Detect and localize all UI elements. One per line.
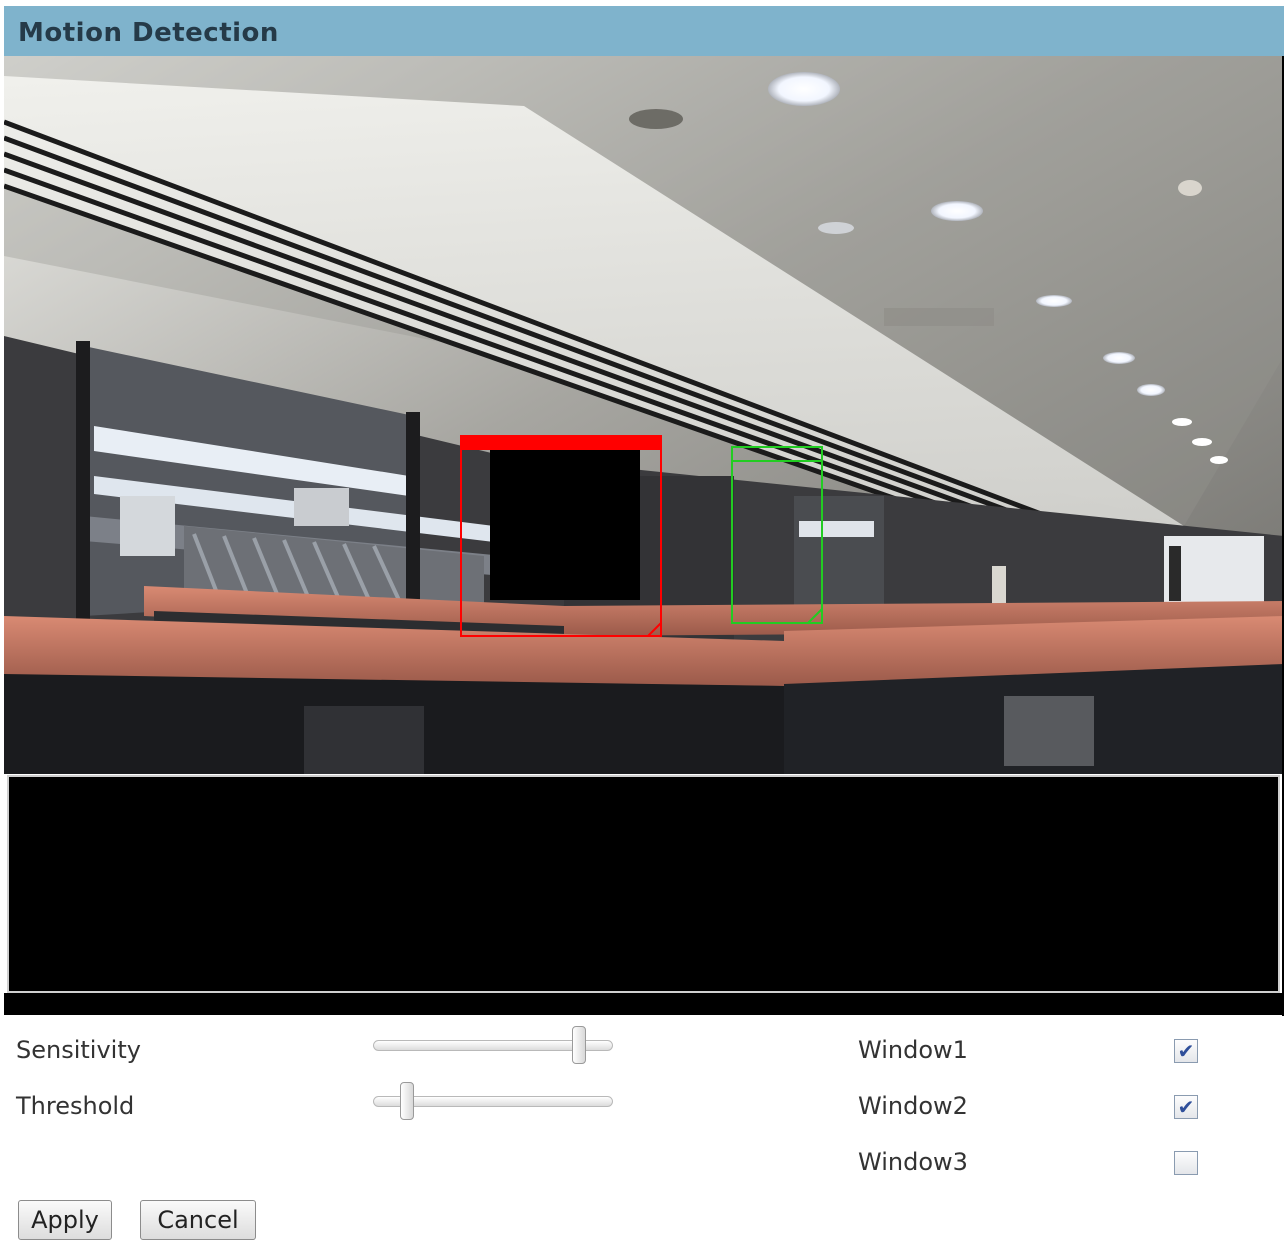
- motion-graph-panel: [7, 775, 1280, 993]
- sensitivity-label: Sensitivity: [16, 1036, 141, 1064]
- window2-checkbox[interactable]: ✔: [1174, 1095, 1198, 1119]
- sensitivity-slider-handle[interactable]: [572, 1026, 586, 1064]
- threshold-slider-handle[interactable]: [400, 1082, 414, 1120]
- cancel-button[interactable]: Cancel: [140, 1200, 256, 1240]
- window3-checkbox[interactable]: [1174, 1151, 1198, 1175]
- camera-image: [4, 56, 1284, 774]
- window3-label: Window3: [858, 1148, 968, 1176]
- checkmark-icon: ✔: [1177, 1095, 1195, 1119]
- sensitivity-slider[interactable]: [373, 1026, 615, 1066]
- motion-graph-footer: [4, 993, 1282, 1015]
- motion-window-1-level-bar: [461, 436, 661, 450]
- frame-border: [1282, 56, 1284, 1016]
- page-title: Motion Detection: [18, 18, 279, 48]
- threshold-slider[interactable]: [373, 1082, 615, 1122]
- title-bar: Motion Detection: [4, 6, 1284, 56]
- camera-view[interactable]: [4, 56, 1284, 774]
- window1-checkbox[interactable]: ✔: [1174, 1039, 1198, 1063]
- apply-button[interactable]: Apply: [18, 1200, 112, 1240]
- threshold-label: Threshold: [16, 1092, 135, 1120]
- window2-label: Window2: [858, 1092, 968, 1120]
- checkmark-icon: ✔: [1177, 1039, 1195, 1063]
- window1-label: Window1: [858, 1036, 968, 1064]
